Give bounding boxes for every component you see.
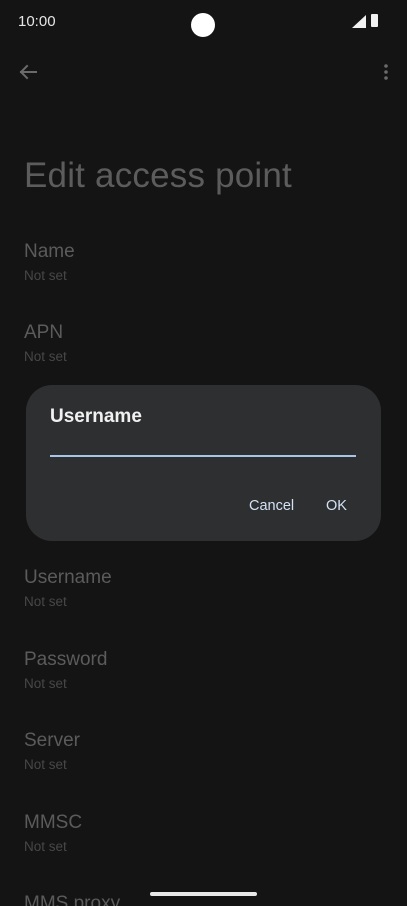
dialog-title: Username — [50, 406, 142, 427]
username-input[interactable] — [50, 429, 356, 457]
home-indicator[interactable] — [150, 892, 257, 896]
ok-button[interactable]: OK — [326, 498, 347, 514]
cancel-button[interactable]: Cancel — [249, 498, 294, 514]
screen: 10:00 Edit access point Name Not set APN… — [0, 0, 407, 906]
username-dialog: Username Cancel OK — [26, 385, 381, 541]
